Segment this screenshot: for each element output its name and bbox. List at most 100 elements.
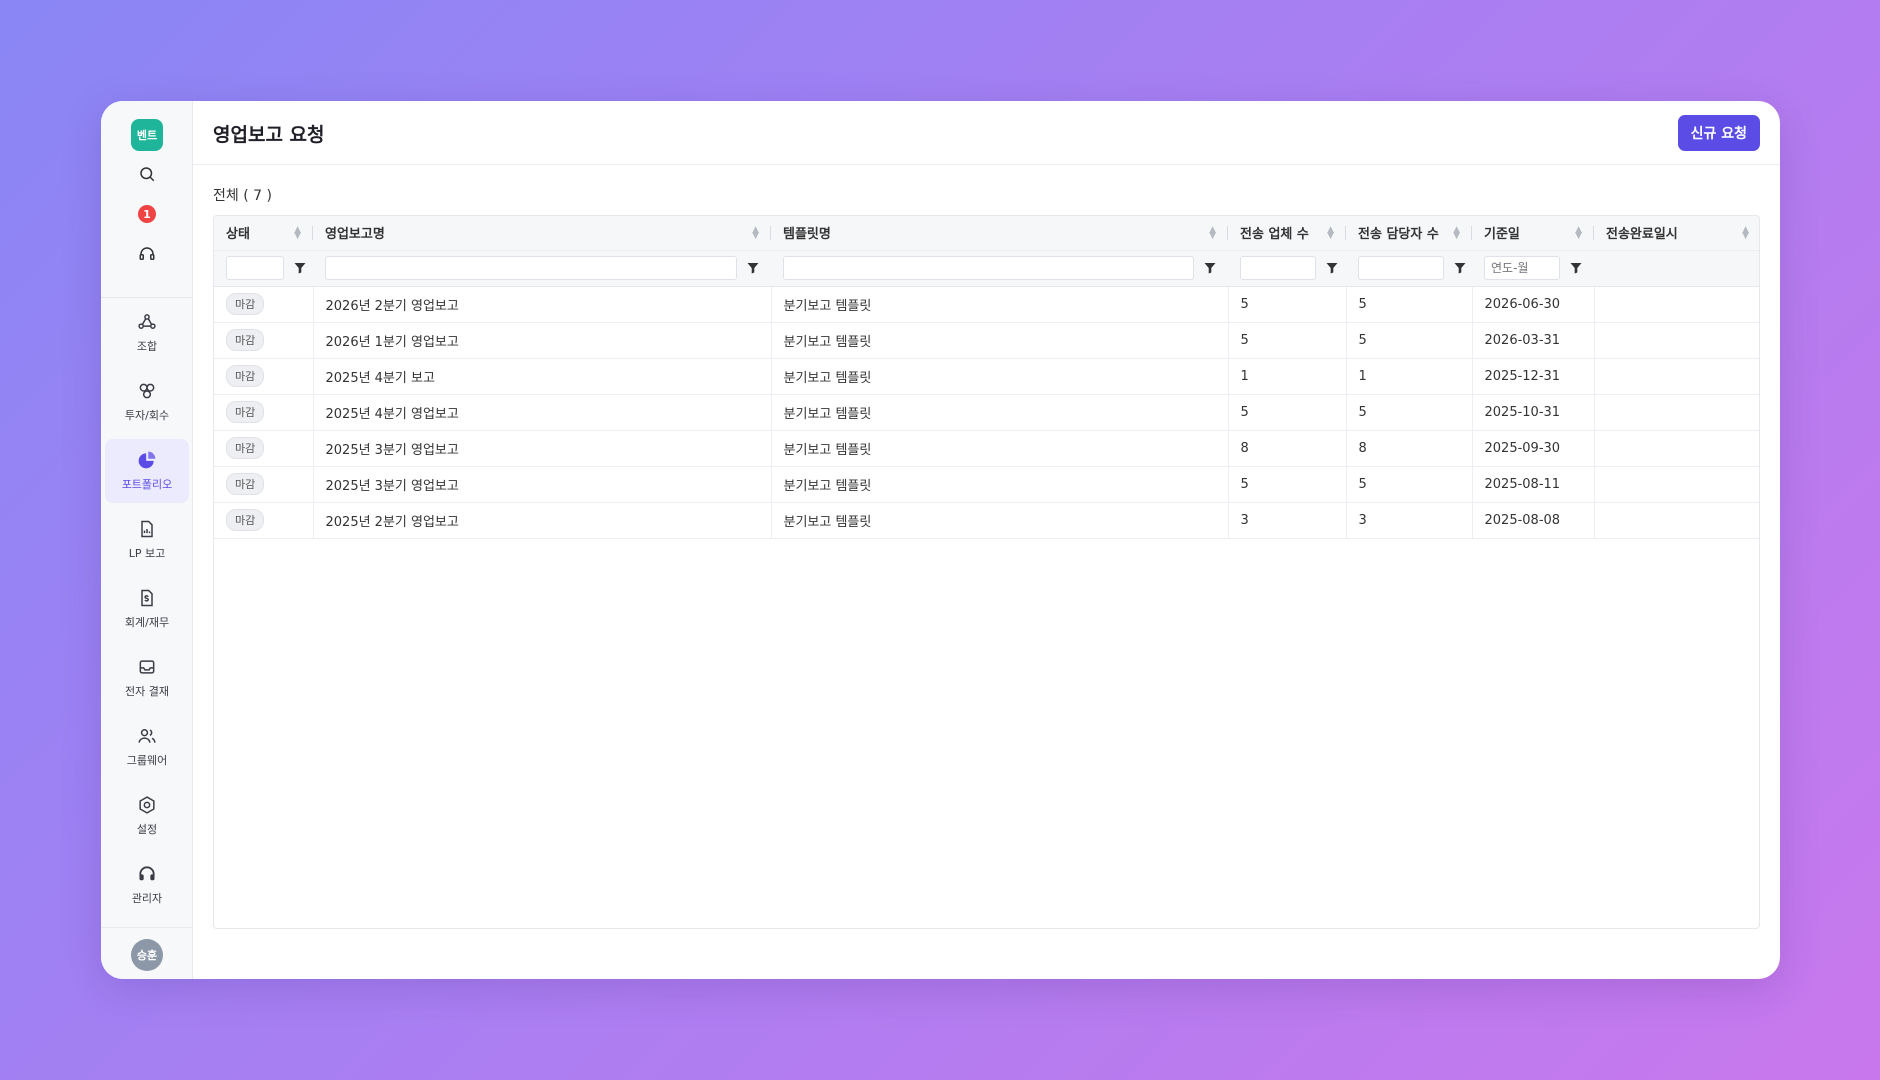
managers-filter-input[interactable] [1358, 256, 1444, 280]
report-document-icon [141, 520, 153, 538]
table-row[interactable]: 마감 2025년 3분기 영업보고 분기보고 템플릿 5 5 2025-08-11 [214, 466, 1759, 503]
filter-cell-template [771, 250, 1228, 287]
cell-status: 마감 [214, 502, 314, 539]
sort-icon[interactable]: ▲ ▼ [294, 225, 301, 240]
sidebar-item-approval[interactable]: 전자 결재 [105, 646, 189, 710]
table-row[interactable]: 마감 2025년 4분기 보고 분기보고 템플릿 1 1 2025-12-31 [214, 358, 1759, 395]
data-grid: 상태 ▲ ▼ 영업보고명 ▲ ▼ 템플릿명 ▲ ▼ 전송 업체 수 ▲ ▼ 전송 담당자 수 ▲ ▼ 기준일 ▲… [213, 215, 1760, 929]
column-header-template[interactable]: 템플릿명 ▲ ▼ [771, 216, 1228, 251]
name-filter-input[interactable] [325, 256, 737, 280]
column-header-label: 상태 [226, 227, 250, 243]
cell-completed_at [1594, 286, 1759, 323]
support-headset-icon[interactable] [131, 240, 163, 268]
sort-icon[interactable]: ▲ ▼ [1453, 225, 1460, 240]
template-filter-input[interactable] [783, 256, 1194, 280]
cell-status: 마감 [214, 394, 314, 431]
sidebar-item-fund[interactable]: 조합 [105, 301, 189, 365]
cell-base_date: 2025-08-11 [1472, 466, 1595, 503]
column-header-label: 기준일 [1484, 227, 1520, 243]
sidebar-item-investment[interactable]: 투자/회수 [105, 370, 189, 434]
filter-icon[interactable] [1454, 262, 1466, 274]
cell-completed_at [1594, 358, 1759, 395]
cell-managers: 5 [1346, 286, 1473, 323]
sort-icon[interactable]: ▲ ▼ [1575, 225, 1582, 240]
cell-managers: 5 [1346, 466, 1473, 503]
sidebar: 벤트 1 조합 투자/회수 포트폴리오 LP 보고 회계/재무 전자 결재 그룹… [101, 101, 193, 979]
cell-companies: 5 [1228, 394, 1347, 431]
cell-companies: 5 [1228, 466, 1347, 503]
table-row[interactable]: 마감 2026년 1분기 영업보고 분기보고 템플릿 5 5 2026-03-31 [214, 322, 1759, 359]
sort-icon[interactable]: ▲ ▼ [752, 225, 759, 240]
column-header-name[interactable]: 영업보고명 ▲ ▼ [313, 216, 771, 251]
column-header-label: 전송 업체 수 [1240, 227, 1309, 243]
status-badge: 마감 [226, 437, 265, 459]
status-badge: 마감 [226, 365, 265, 387]
cell-base_date: 2025-12-31 [1472, 358, 1595, 395]
column-header-status[interactable]: 상태 ▲ ▼ [214, 216, 313, 251]
users-icon [138, 729, 156, 743]
sidebar-item-label: 전자 결재 [125, 685, 169, 698]
filter-icon[interactable] [1204, 262, 1216, 274]
cell-status: 마감 [214, 286, 314, 323]
cell-name: 2025년 2분기 영업보고 [313, 502, 772, 539]
table-row[interactable]: 마감 2025년 2분기 영업보고 분기보고 템플릿 3 3 2025-08-08 [214, 502, 1759, 539]
sort-icon[interactable]: ▲ ▼ [1209, 225, 1216, 240]
sidebar-item-label: 설정 [136, 823, 158, 836]
cell-managers: 5 [1346, 322, 1473, 359]
cell-template: 분기보고 템플릿 [771, 466, 1229, 503]
search-icon[interactable] [131, 160, 163, 188]
sort-icon[interactable]: ▲ ▼ [1327, 225, 1334, 240]
gear-icon [139, 796, 155, 814]
status-filter-input[interactable] [226, 256, 284, 280]
status-badge: 마감 [226, 293, 265, 315]
inbox-icon [139, 660, 155, 674]
invoice-dollar-icon [141, 589, 153, 607]
table-row[interactable]: 마감 2026년 2분기 영업보고 분기보고 템플릿 5 5 2026-06-30 [214, 286, 1759, 323]
cell-status: 마감 [214, 466, 314, 503]
cell-managers: 5 [1346, 394, 1473, 431]
cell-managers: 8 [1346, 430, 1473, 467]
total-count: 전체 ( 7 ) [213, 188, 272, 204]
sidebar-item-admin[interactable]: 관리자 [105, 853, 189, 917]
column-header-completed_at[interactable]: 전송완료일시 ▲ ▼ [1594, 216, 1759, 251]
avatar[interactable]: 승훈 [131, 939, 163, 971]
link-circles-icon [139, 383, 155, 399]
new-request-button[interactable]: 신규 요청 [1677, 115, 1760, 151]
notification-badge: 1 [138, 205, 156, 223]
sidebar-item-accounting[interactable]: 회계/재무 [105, 577, 189, 641]
cell-base_date: 2025-08-08 [1472, 502, 1595, 539]
sort-icon[interactable]: ▲ ▼ [1742, 225, 1749, 240]
table-row[interactable]: 마감 2025년 3분기 영업보고 분기보고 템플릿 8 8 2025-09-30 [214, 430, 1759, 467]
filter-icon[interactable] [1326, 262, 1338, 274]
cell-name: 2025년 4분기 영업보고 [313, 394, 772, 431]
notification-button[interactable]: 1 [131, 200, 163, 228]
table-row[interactable]: 마감 2025년 4분기 영업보고 분기보고 템플릿 5 5 2025-10-31 [214, 394, 1759, 431]
table-header-row: 상태 ▲ ▼ 영업보고명 ▲ ▼ 템플릿명 ▲ ▼ 전송 업체 수 ▲ ▼ 전송 담당자 수 ▲ ▼ 기준일 ▲… [214, 216, 1759, 251]
filter-icon[interactable] [1570, 262, 1582, 274]
sidebar-item-portfolio[interactable]: 포트폴리오 [105, 439, 189, 503]
table-body: 마감 2026년 2분기 영업보고 분기보고 템플릿 5 5 2026-06-30 마감 20… [214, 286, 1759, 539]
cell-template: 분기보고 템플릿 [771, 430, 1229, 467]
column-header-companies[interactable]: 전송 업체 수 ▲ ▼ [1228, 216, 1346, 251]
companies-filter-input[interactable] [1240, 256, 1316, 280]
sidebar-item-lp-report[interactable]: LP 보고 [105, 508, 189, 572]
sidebar-item-settings[interactable]: 설정 [105, 784, 189, 848]
cell-managers: 1 [1346, 358, 1473, 395]
filter-icon[interactable] [294, 262, 306, 274]
filter-cell-status [214, 250, 313, 287]
sidebar-item-groupware[interactable]: 그룹웨어 [105, 715, 189, 779]
base-date-filter-input[interactable] [1484, 256, 1560, 280]
app-logo[interactable]: 벤트 [131, 119, 163, 151]
column-header-base_date[interactable]: 기준일 ▲ ▼ [1472, 216, 1594, 251]
status-badge: 마감 [226, 329, 265, 351]
cell-name: 2025년 3분기 영업보고 [313, 466, 772, 503]
cell-companies: 5 [1228, 286, 1347, 323]
column-header-managers[interactable]: 전송 담당자 수 ▲ ▼ [1346, 216, 1472, 251]
sidebar-item-label: 투자/회수 [124, 409, 170, 422]
filter-icon[interactable] [747, 262, 759, 274]
cell-companies: 8 [1228, 430, 1347, 467]
cell-template: 분기보고 템플릿 [771, 322, 1229, 359]
column-header-label: 전송 담당자 수 [1358, 227, 1439, 243]
pie-chart-icon [138, 451, 156, 469]
column-header-label: 전송완료일시 [1606, 227, 1678, 243]
